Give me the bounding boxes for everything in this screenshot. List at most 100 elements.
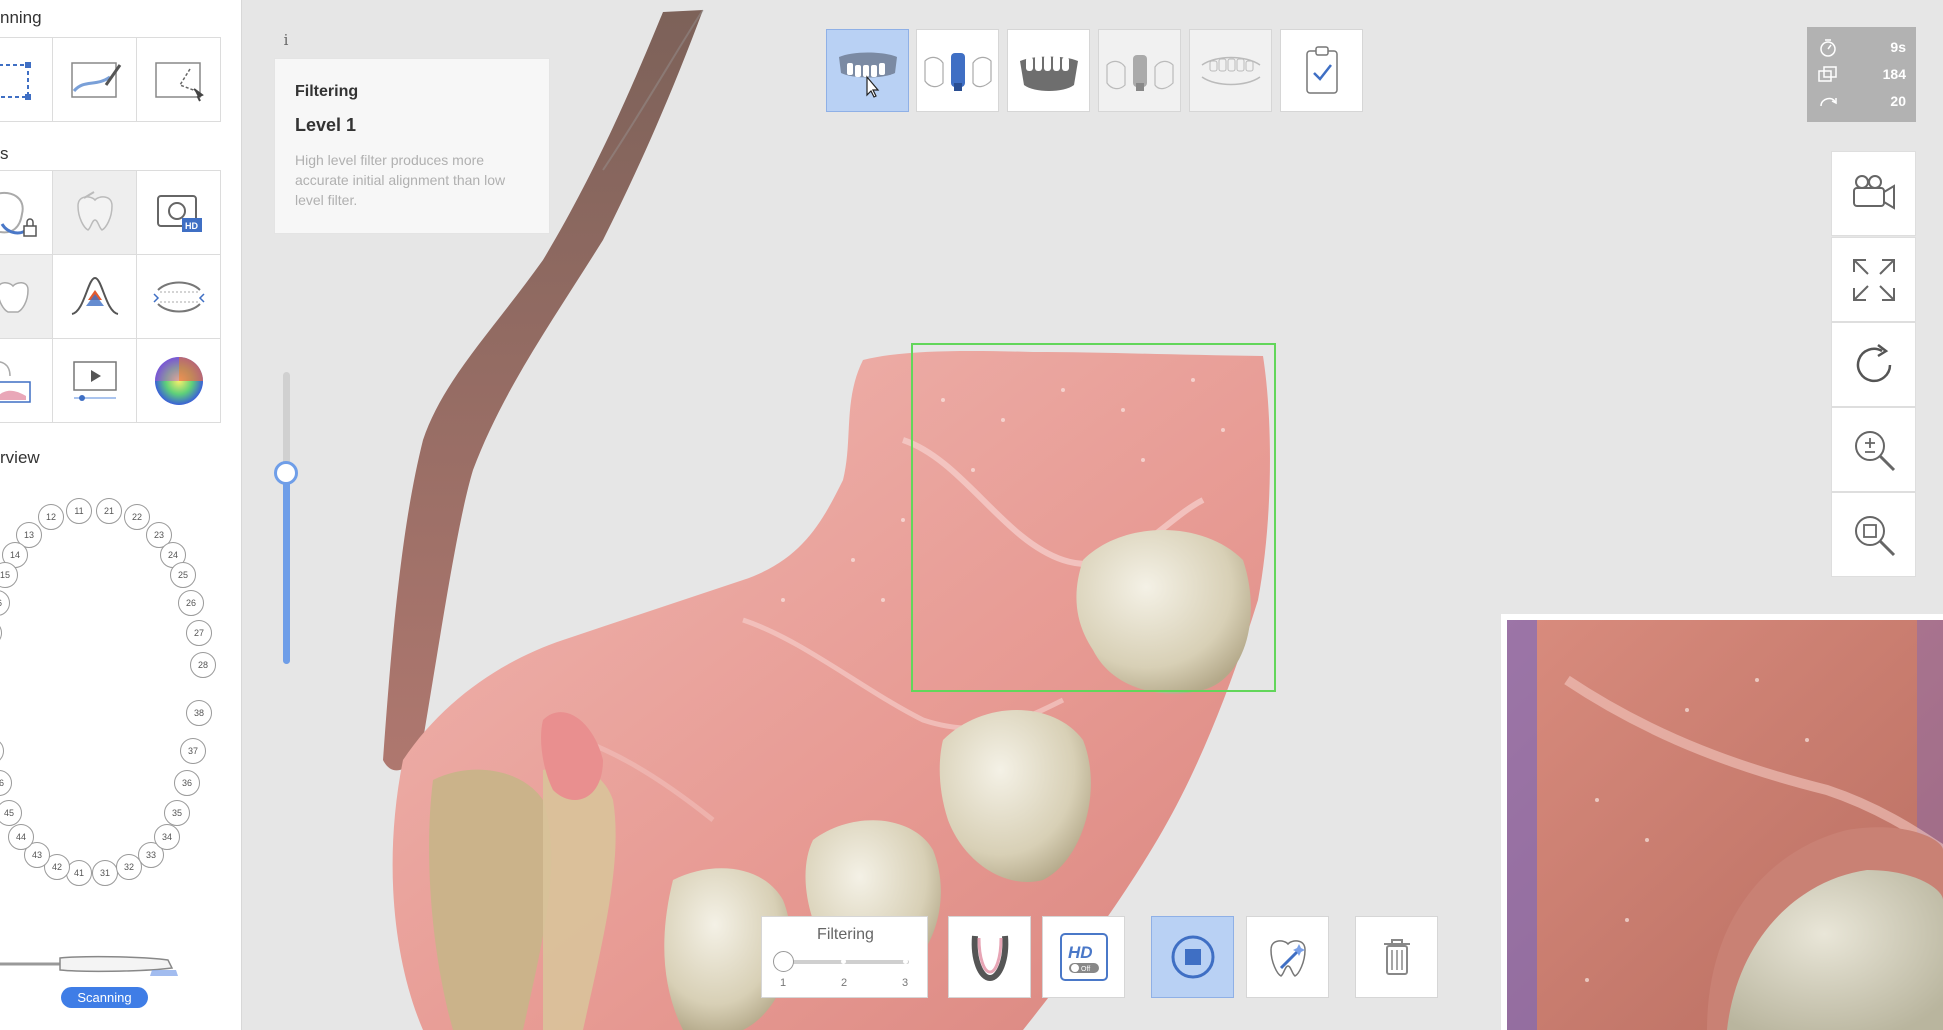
tooth-preview-tool[interactable] — [0, 255, 53, 339]
tooth-21[interactable]: 21 — [96, 498, 122, 524]
tooth-38[interactable]: 38 — [186, 700, 212, 726]
tooth-44[interactable]: 44 — [8, 824, 34, 850]
box-select-tool[interactable] — [0, 38, 53, 122]
scan-region-box — [911, 343, 1276, 692]
lower-jaw-icon — [1019, 54, 1078, 91]
stat-time-value: 9s — [1890, 39, 1906, 55]
tools-grid: HD — [0, 170, 221, 423]
tooth-wand-icon — [1269, 940, 1306, 977]
record-video-button[interactable] — [1831, 151, 1916, 236]
zoom-button[interactable] — [1831, 407, 1916, 492]
playback-tool[interactable] — [53, 339, 137, 423]
trash-icon — [1383, 939, 1410, 975]
tooth-lock-icon — [0, 191, 37, 237]
arch-pair-icon — [152, 281, 205, 312]
clipboard-check-icon — [1305, 45, 1338, 94]
timer-icon — [1820, 39, 1836, 57]
frames-icon — [1818, 66, 1837, 82]
section-title-scanning: nning — [0, 8, 42, 27]
live-camera-view — [1501, 614, 1943, 1030]
box-select-icon — [0, 61, 31, 100]
fit-to-screen-button[interactable] — [1831, 237, 1916, 322]
arch-select-button[interactable] — [948, 916, 1031, 998]
section-title-overview: rview — [0, 448, 40, 467]
occlusion-tool[interactable] — [137, 255, 221, 339]
filtering-tick-2 — [841, 959, 846, 964]
hd-mode-toggle[interactable]: HD Off — [1042, 916, 1125, 998]
gingiva-tool[interactable] — [0, 339, 53, 423]
filtering-tick-3 — [903, 959, 908, 964]
hd-camera-icon: HD — [156, 194, 202, 232]
scanner-icon — [0, 955, 178, 976]
tooth-25[interactable]: 25 — [170, 562, 196, 588]
tooth-45[interactable]: 45 — [0, 800, 22, 826]
tooth-preview-icon — [0, 281, 29, 313]
lock-tooth-tool[interactable] — [0, 171, 53, 255]
tooth-16[interactable]: 16 — [0, 590, 10, 616]
color-peak-icon — [71, 276, 118, 315]
tooth-22[interactable]: 22 — [124, 504, 150, 530]
tooth-28[interactable]: 28 — [190, 652, 216, 678]
stage-occlusion[interactable] — [1189, 29, 1272, 112]
stop-scan-button[interactable] — [1151, 916, 1234, 998]
dental-arch-icon — [971, 935, 1008, 982]
info-title: Filtering — [295, 83, 359, 100]
rotation-icon — [1820, 97, 1837, 107]
lower-scanbody-icon — [1105, 54, 1174, 91]
tooth-11[interactable]: 11 — [66, 498, 92, 524]
filtering-label: Filtering — [817, 926, 874, 943]
camera-feed-image — [1507, 620, 1943, 1030]
tooth-46[interactable]: 46 — [0, 770, 12, 796]
color-map-tool[interactable] — [53, 255, 137, 339]
depth-slider-fill — [283, 472, 290, 664]
tooth-27[interactable]: 27 — [186, 620, 212, 646]
tooth-37[interactable]: 37 — [180, 738, 206, 764]
video-camera-icon — [1852, 174, 1895, 210]
stage-scanbody[interactable] — [916, 29, 999, 112]
delete-button[interactable] — [1355, 916, 1438, 998]
rotate-icon — [1856, 343, 1891, 382]
tooth-17[interactable]: 17 — [0, 620, 2, 646]
tooth-41[interactable]: 41 — [66, 860, 92, 886]
tooth-clean-tool[interactable] — [53, 171, 137, 255]
tooth-36[interactable]: 36 — [174, 770, 200, 796]
tooth-47[interactable]: 47 — [0, 738, 4, 764]
tooth-12[interactable]: 12 — [38, 504, 64, 530]
stage-review[interactable] — [1280, 29, 1363, 112]
filtering-level-control[interactable]: Filtering 1 2 3 — [761, 916, 928, 998]
reset-view-button[interactable] — [1831, 322, 1916, 407]
stat-rotations-value: 20 — [1890, 93, 1906, 109]
zoom-region-button[interactable] — [1831, 492, 1916, 577]
stage-mandible[interactable] — [1007, 29, 1090, 112]
tooth-35[interactable]: 35 — [164, 800, 190, 826]
tooth-31[interactable]: 31 — [92, 860, 118, 886]
filtering-slider-handle[interactable] — [773, 951, 794, 972]
scanbody-icon — [923, 52, 992, 91]
scanning-mode-button[interactable]: Scanning — [61, 987, 148, 1008]
stat-frames: 184 — [1807, 62, 1916, 88]
stage-maxilla[interactable] — [826, 29, 909, 112]
tooth-34[interactable]: 34 — [154, 824, 180, 850]
depth-slider-handle[interactable] — [274, 461, 298, 485]
ai-filter-button[interactable] — [1246, 916, 1329, 998]
scan-stats-panel: 9s 184 20 — [1807, 27, 1916, 122]
stop-icon — [1171, 935, 1214, 979]
lasso-tool[interactable] — [137, 38, 221, 122]
tooth-26[interactable]: 26 — [178, 590, 204, 616]
brush-tool[interactable] — [53, 38, 137, 122]
filtering-tick-label: 3 — [902, 977, 909, 989]
info-icon[interactable]: i — [276, 30, 296, 50]
hd-capture-tool[interactable]: HD — [137, 171, 221, 255]
color-wheel-tool[interactable] — [137, 339, 221, 423]
info-level: Level 1 — [295, 115, 357, 135]
stat-time: 9s — [1807, 35, 1916, 61]
stage-lower-scanbody[interactable] — [1098, 29, 1181, 112]
color-wheel-icon — [154, 356, 203, 405]
video-play-icon — [72, 360, 117, 401]
filtering-tick-label: 1 — [780, 977, 787, 989]
expand-icon — [1852, 258, 1895, 301]
hd-mode-state: Off — [1081, 966, 1090, 973]
tooth-arch-chart: 1112131415161718212223242526272831323334… — [0, 488, 224, 886]
hd-off-icon: HD Off — [1059, 933, 1108, 981]
info-description: High level filter produces more accurate… — [295, 152, 506, 208]
